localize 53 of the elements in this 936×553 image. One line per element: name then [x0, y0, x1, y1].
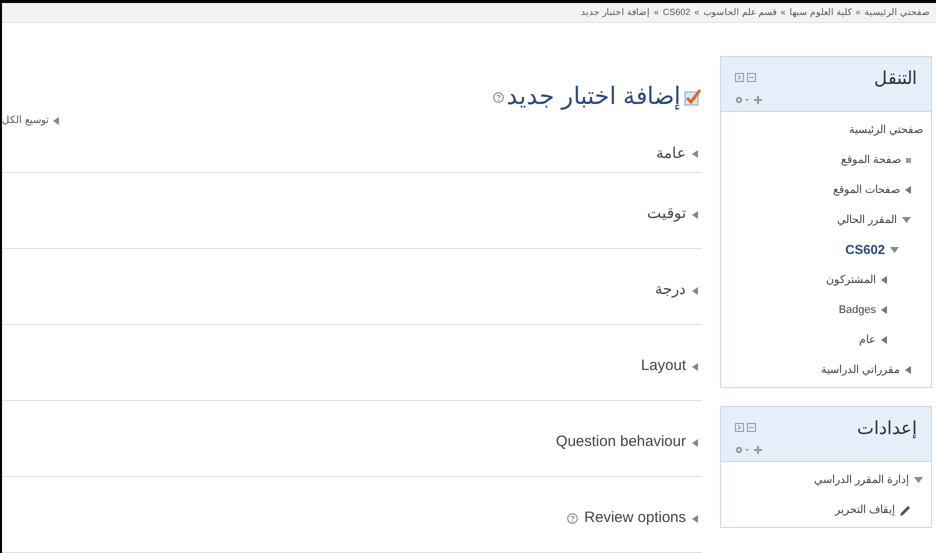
tree-item[interactable]: صفحتي الرئيسية	[848, 122, 923, 138]
collapsed-arrow-icon	[692, 286, 698, 294]
collapsed-arrow-icon	[905, 186, 911, 194]
section-header[interactable]: Layout	[640, 355, 686, 378]
collapsed-arrow-icon	[692, 362, 698, 370]
expand-all-link[interactable]: توسيع الكل	[2, 113, 49, 128]
collapsed-arrow-icon	[881, 306, 887, 314]
dock-icons[interactable]	[735, 73, 756, 82]
collapsed-arrow-icon	[52, 116, 59, 124]
tree-item[interactable]: المقرر الحالي	[836, 212, 897, 228]
tree-item[interactable]: CS602	[845, 240, 885, 260]
tree-item[interactable]: إدارة المقرر الدراسي	[814, 472, 909, 488]
breadcrumb-link[interactable]: قسم علم الحاسوب	[703, 6, 776, 20]
collapsed-arrow-icon	[692, 514, 698, 522]
breadcrumb-link[interactable]: CS602	[662, 6, 690, 20]
collapsed-arrow-icon	[692, 210, 698, 218]
breadcrumb-link[interactable]: صفحتي الرئيسية	[864, 6, 930, 20]
pencil-icon	[900, 504, 911, 516]
tree-item[interactable]: المشتركون	[826, 272, 876, 288]
block-title: التنقل	[874, 69, 917, 87]
collapsed-arrow-icon	[692, 438, 698, 446]
breadcrumb-separator: »	[694, 6, 700, 19]
collapsed-arrow-icon	[881, 336, 887, 344]
tree-item[interactable]: صفحة الموقع	[840, 152, 901, 168]
tree-item[interactable]: صفحات الموقع	[832, 182, 900, 198]
tree-item[interactable]: عام	[859, 332, 876, 348]
block-title: إعدادات	[857, 419, 917, 437]
expanded-arrow-icon	[902, 217, 911, 223]
breadcrumb-separator: »	[855, 6, 860, 19]
section-header[interactable]: Question behaviour	[556, 431, 686, 454]
help-icon[interactable]	[492, 92, 504, 102]
tree-item[interactable]: Badges	[838, 302, 876, 318]
tree-item[interactable]: إيقاف التحرير	[834, 502, 895, 518]
page-title: إضافة اختبار جديد	[506, 85, 681, 109]
collapsed-arrow-icon	[692, 150, 698, 158]
expanded-arrow-icon	[890, 247, 899, 253]
tree-item[interactable]: مقرراتي الدراسية	[820, 362, 900, 378]
section-header[interactable]: Review options	[584, 507, 686, 530]
actions-icons[interactable]	[735, 445, 763, 455]
help-icon[interactable]	[567, 513, 578, 524]
breadcrumb-separator: »	[654, 6, 659, 19]
quiz-check-icon	[684, 88, 702, 106]
section-header[interactable]: درجة	[655, 279, 686, 302]
section-header[interactable]: عامة	[656, 142, 686, 166]
section-header[interactable]: توقيت	[647, 203, 686, 226]
actions-icons[interactable]	[735, 95, 763, 105]
breadcrumb-link[interactable]: كلية العلوم سبها	[789, 6, 852, 20]
collapsed-arrow-icon	[881, 276, 887, 284]
collapsed-arrow-icon	[905, 366, 911, 374]
breadcrumb-separator: »	[780, 6, 786, 19]
expanded-arrow-icon	[914, 477, 923, 483]
bullet-icon	[906, 158, 911, 162]
dock-icons[interactable]	[735, 423, 756, 432]
